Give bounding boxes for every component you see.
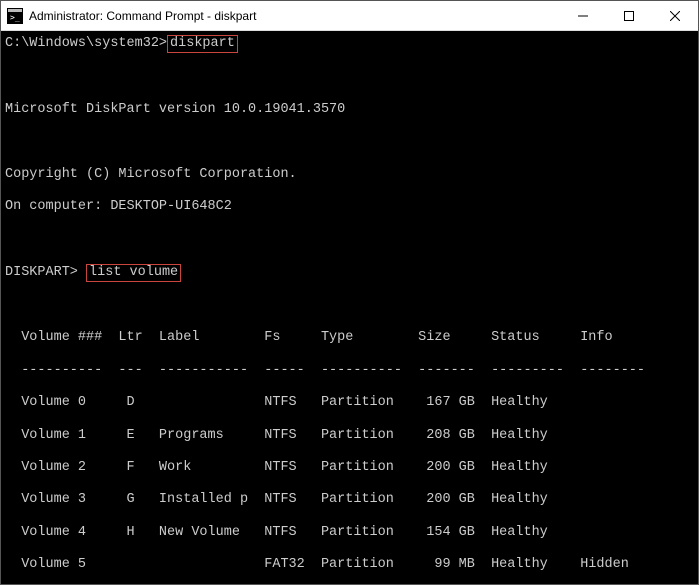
table-header: Volume ### Ltr Label Fs Type Size Status… — [5, 330, 698, 346]
table-row: Volume 1 E Programs NTFS Partition 208 G… — [5, 428, 698, 444]
app-icon: >_ — [7, 8, 23, 24]
table-divider: ---------- --- ----------- ----- -------… — [5, 363, 698, 379]
window-title: Administrator: Command Prompt - diskpart — [29, 9, 560, 23]
close-button[interactable] — [652, 1, 698, 30]
table-row: Volume 0 D NTFS Partition 167 GB Healthy — [5, 395, 698, 411]
titlebar[interactable]: >_ Administrator: Command Prompt - diskp… — [1, 1, 698, 31]
table-row: Volume 5 FAT32 Partition 99 MB Healthy H… — [5, 557, 698, 573]
command-diskpart: diskpart — [167, 35, 238, 53]
minimize-button[interactable] — [560, 1, 606, 30]
terminal-output[interactable]: C:\Windows\system32>diskpart Microsoft D… — [1, 31, 698, 584]
table-row: Volume 3 G Installed p NTFS Partition 20… — [5, 492, 698, 508]
table-row: Volume 4 H New Volume NTFS Partition 154… — [5, 525, 698, 541]
command-list-volume: list volume — [86, 264, 181, 282]
version-line: Microsoft DiskPart version 10.0.19041.35… — [5, 102, 698, 118]
prompt-path: C:\Windows\system32> — [5, 36, 167, 51]
copyright-line: Copyright (C) Microsoft Corporation. — [5, 167, 698, 183]
window-controls — [560, 1, 698, 30]
maximize-button[interactable] — [606, 1, 652, 30]
diskpart-prompt: DISKPART> — [5, 265, 78, 280]
svg-text:>_: >_ — [10, 13, 20, 22]
command-prompt-window: >_ Administrator: Command Prompt - diskp… — [0, 0, 699, 585]
computer-line: On computer: DESKTOP-UI648C2 — [5, 199, 698, 215]
table-row: Volume 2 F Work NTFS Partition 200 GB He… — [5, 460, 698, 476]
